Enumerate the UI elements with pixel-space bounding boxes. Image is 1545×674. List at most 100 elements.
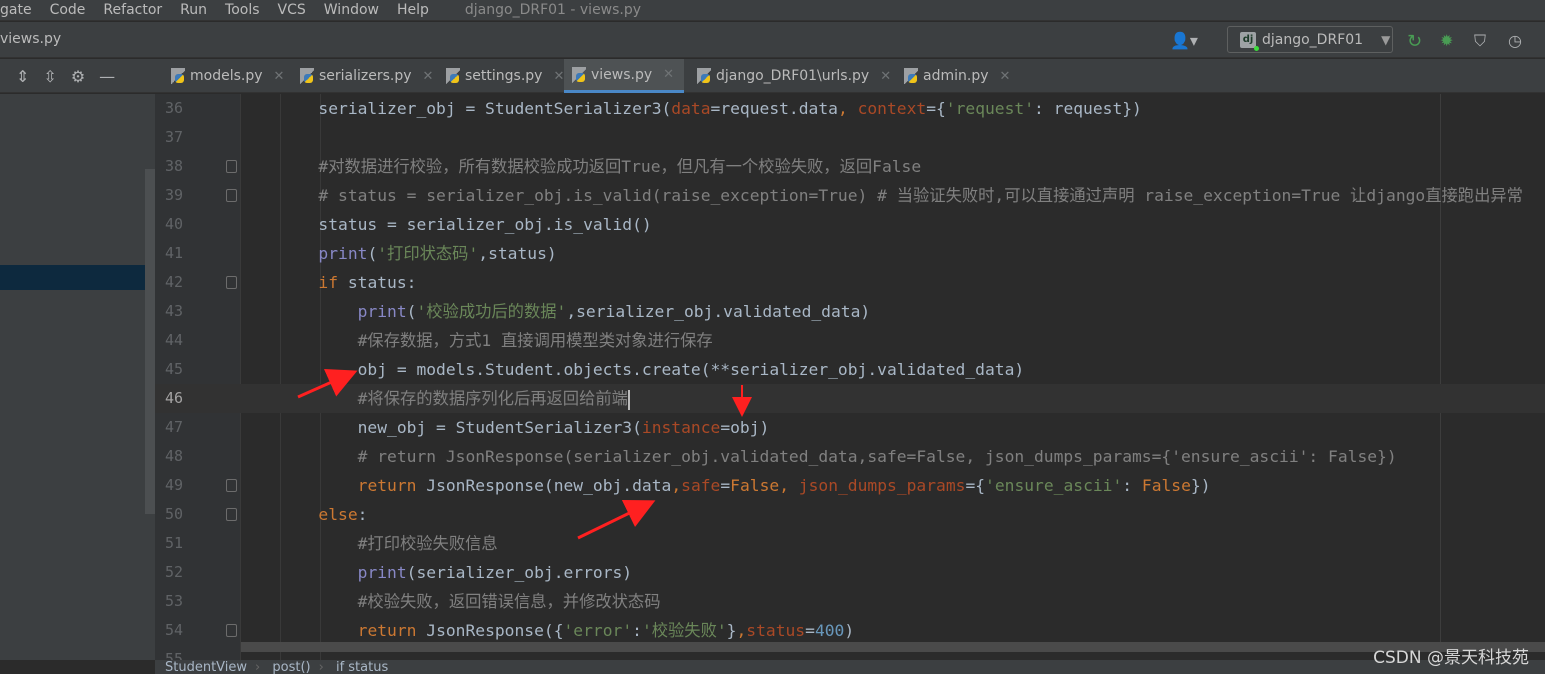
- code-line[interactable]: 52 print(serializer_obj.errors): [155, 558, 1545, 587]
- code-text: #将保存的数据序列化后再返回给前端: [240, 384, 630, 413]
- menu-help[interactable]: Help: [397, 3, 429, 17]
- code-text: #对数据进行校验，所有数据校验成功返回True，但凡有一个校验失败，返回Fals…: [240, 152, 921, 181]
- close-icon[interactable]: ✕: [880, 69, 891, 84]
- code-token: =obj): [720, 418, 770, 437]
- code-token: status: [746, 621, 806, 640]
- code-line[interactable]: 41 print('打印状态码',status): [155, 239, 1545, 268]
- code-token: instance: [641, 418, 721, 437]
- code-token: 400: [814, 621, 845, 640]
- menu-refactor[interactable]: Refactor: [103, 3, 162, 17]
- code-line[interactable]: 40 status = serializer_obj.is_valid(): [155, 210, 1545, 239]
- line-number: 54: [164, 621, 183, 639]
- profile-icon[interactable]: ◷: [1508, 31, 1522, 50]
- code-editor[interactable]: 36 serializer_obj = StudentSerializer3(d…: [155, 94, 1545, 660]
- expand-all-icon[interactable]: ⇕: [16, 67, 29, 86]
- gear-icon[interactable]: ⚙: [71, 67, 85, 86]
- menu-vcs[interactable]: VCS: [278, 3, 306, 17]
- run-config-select[interactable]: dj django_DRF01 ▼: [1227, 26, 1393, 53]
- code-token: '打印状态码': [377, 244, 479, 263]
- fold-marker-icon[interactable]: [226, 189, 237, 202]
- fold-marker-icon[interactable]: [226, 624, 237, 637]
- code-line[interactable]: 37: [155, 123, 1545, 152]
- code-line[interactable]: 47 new_obj = StudentSerializer3(instance…: [155, 413, 1545, 442]
- tab-serializers[interactable]: serializers.py ✕: [292, 59, 441, 93]
- code-line[interactable]: 46 #将保存的数据序列化后再返回给前端: [155, 384, 1545, 413]
- line-number: 49: [164, 476, 183, 494]
- user-icon[interactable]: 👤▾: [1170, 31, 1198, 50]
- code-token: }: [726, 621, 737, 640]
- breadcrumb-method[interactable]: post(): [272, 660, 310, 674]
- code-line[interactable]: 54 return JsonResponse({'error':'校验失败'},…: [155, 616, 1545, 645]
- rerun-icon[interactable]: ↻: [1407, 31, 1422, 52]
- menu-navigate[interactable]: gate: [0, 3, 32, 17]
- code-token: 'error': [563, 621, 633, 640]
- code-token: data: [671, 99, 711, 118]
- fold-marker-icon[interactable]: [226, 276, 237, 289]
- line-number: 36: [164, 99, 183, 117]
- project-tree-selected-row[interactable]: [0, 265, 145, 290]
- breadcrumb-class[interactable]: StudentView: [165, 660, 247, 674]
- code-line[interactable]: 49 return JsonResponse(new_obj.data,safe…: [155, 471, 1545, 500]
- code-line[interactable]: 50 else:: [155, 500, 1545, 529]
- code-line[interactable]: 38 #对数据进行校验，所有数据校验成功返回True，但凡有一个校验失败，返回F…: [155, 152, 1545, 181]
- fold-marker-icon[interactable]: [226, 479, 237, 492]
- code-line[interactable]: 53 #校验失败，返回错误信息，并修改状态码: [155, 587, 1545, 616]
- close-icon[interactable]: ✕: [1000, 69, 1011, 84]
- menu-code[interactable]: Code: [50, 3, 86, 17]
- menu-run[interactable]: Run: [180, 3, 207, 17]
- project-panel-scrollbar[interactable]: [145, 169, 155, 514]
- code-text: return JsonResponse({'error':'校验失败'},sta…: [240, 616, 855, 645]
- code-token: '校验成功后的数据': [416, 302, 567, 321]
- tab-urls[interactable]: django_DRF01\urls.py ✕: [689, 59, 899, 93]
- code-token: ={: [965, 476, 986, 495]
- code-token: return: [357, 476, 427, 495]
- close-icon[interactable]: ✕: [663, 67, 674, 82]
- window-title: django_DRF01 - views.py: [464, 2, 642, 18]
- code-line[interactable]: 42 if status:: [155, 268, 1545, 297]
- close-icon[interactable]: ✕: [553, 69, 564, 84]
- line-number: 37: [164, 128, 183, 146]
- debug-bug-icon[interactable]: ✹: [1440, 31, 1453, 50]
- minimize-icon[interactable]: —: [99, 67, 115, 86]
- line-number: 51: [164, 534, 183, 552]
- line-number: 50: [164, 505, 183, 523]
- line-number: 46: [164, 389, 183, 407]
- fold-marker-icon[interactable]: [226, 508, 237, 521]
- tab-admin[interactable]: admin.py ✕: [896, 59, 1018, 93]
- code-line[interactable]: 44 #保存数据，方式1 直接调用模型类对象进行保存: [155, 326, 1545, 355]
- code-line[interactable]: 48 # return JsonResponse(serializer_obj.…: [155, 442, 1545, 471]
- code-line[interactable]: 51 #打印校验失败信息: [155, 529, 1545, 558]
- code-token: ,: [837, 99, 858, 118]
- close-icon[interactable]: ✕: [274, 69, 285, 84]
- tab-settings[interactable]: settings.py ✕: [438, 59, 572, 93]
- code-text: #打印校验失败信息: [240, 529, 498, 558]
- collapse-all-icon[interactable]: ⇳: [43, 67, 56, 86]
- code-line[interactable]: 43 print('校验成功后的数据',serializer_obj.valid…: [155, 297, 1545, 326]
- python-file-icon: [300, 68, 314, 84]
- close-icon[interactable]: ✕: [423, 69, 434, 84]
- code-line[interactable]: 45 obj = models.Student.objects.create(*…: [155, 355, 1545, 384]
- fold-marker-icon[interactable]: [226, 160, 237, 173]
- menu-window[interactable]: Window: [324, 3, 379, 17]
- code-token: # status = serializer_obj.is_valid(raise…: [240, 186, 1523, 205]
- line-number: 47: [164, 418, 183, 436]
- coverage-icon[interactable]: ⛉: [1474, 31, 1486, 51]
- nav-crumb-file[interactable]: views.py: [0, 31, 61, 47]
- line-number: 42: [164, 273, 183, 291]
- code-token: ): [844, 621, 855, 640]
- tab-models[interactable]: models.py ✕: [163, 59, 292, 93]
- code-line[interactable]: 39 # status = serializer_obj.is_valid(ra…: [155, 181, 1545, 210]
- code-text: # status = serializer_obj.is_valid(raise…: [240, 181, 1523, 210]
- code-token: :: [1122, 476, 1142, 495]
- breadcrumb-separator: ›: [318, 660, 324, 674]
- code-line[interactable]: 36 serializer_obj = StudentSerializer3(d…: [155, 94, 1545, 123]
- project-tool-buttons: ⇕ ⇳ ⚙ —: [0, 59, 155, 93]
- breadcrumb-block[interactable]: if status: [336, 660, 388, 674]
- tab-views[interactable]: views.py ✕: [564, 59, 684, 93]
- code-token: safe: [681, 476, 721, 495]
- menu-tools[interactable]: Tools: [225, 3, 260, 17]
- horizontal-scrollbar[interactable]: [241, 642, 1545, 652]
- tab-label: models.py: [190, 68, 263, 84]
- code-token: else: [318, 505, 358, 524]
